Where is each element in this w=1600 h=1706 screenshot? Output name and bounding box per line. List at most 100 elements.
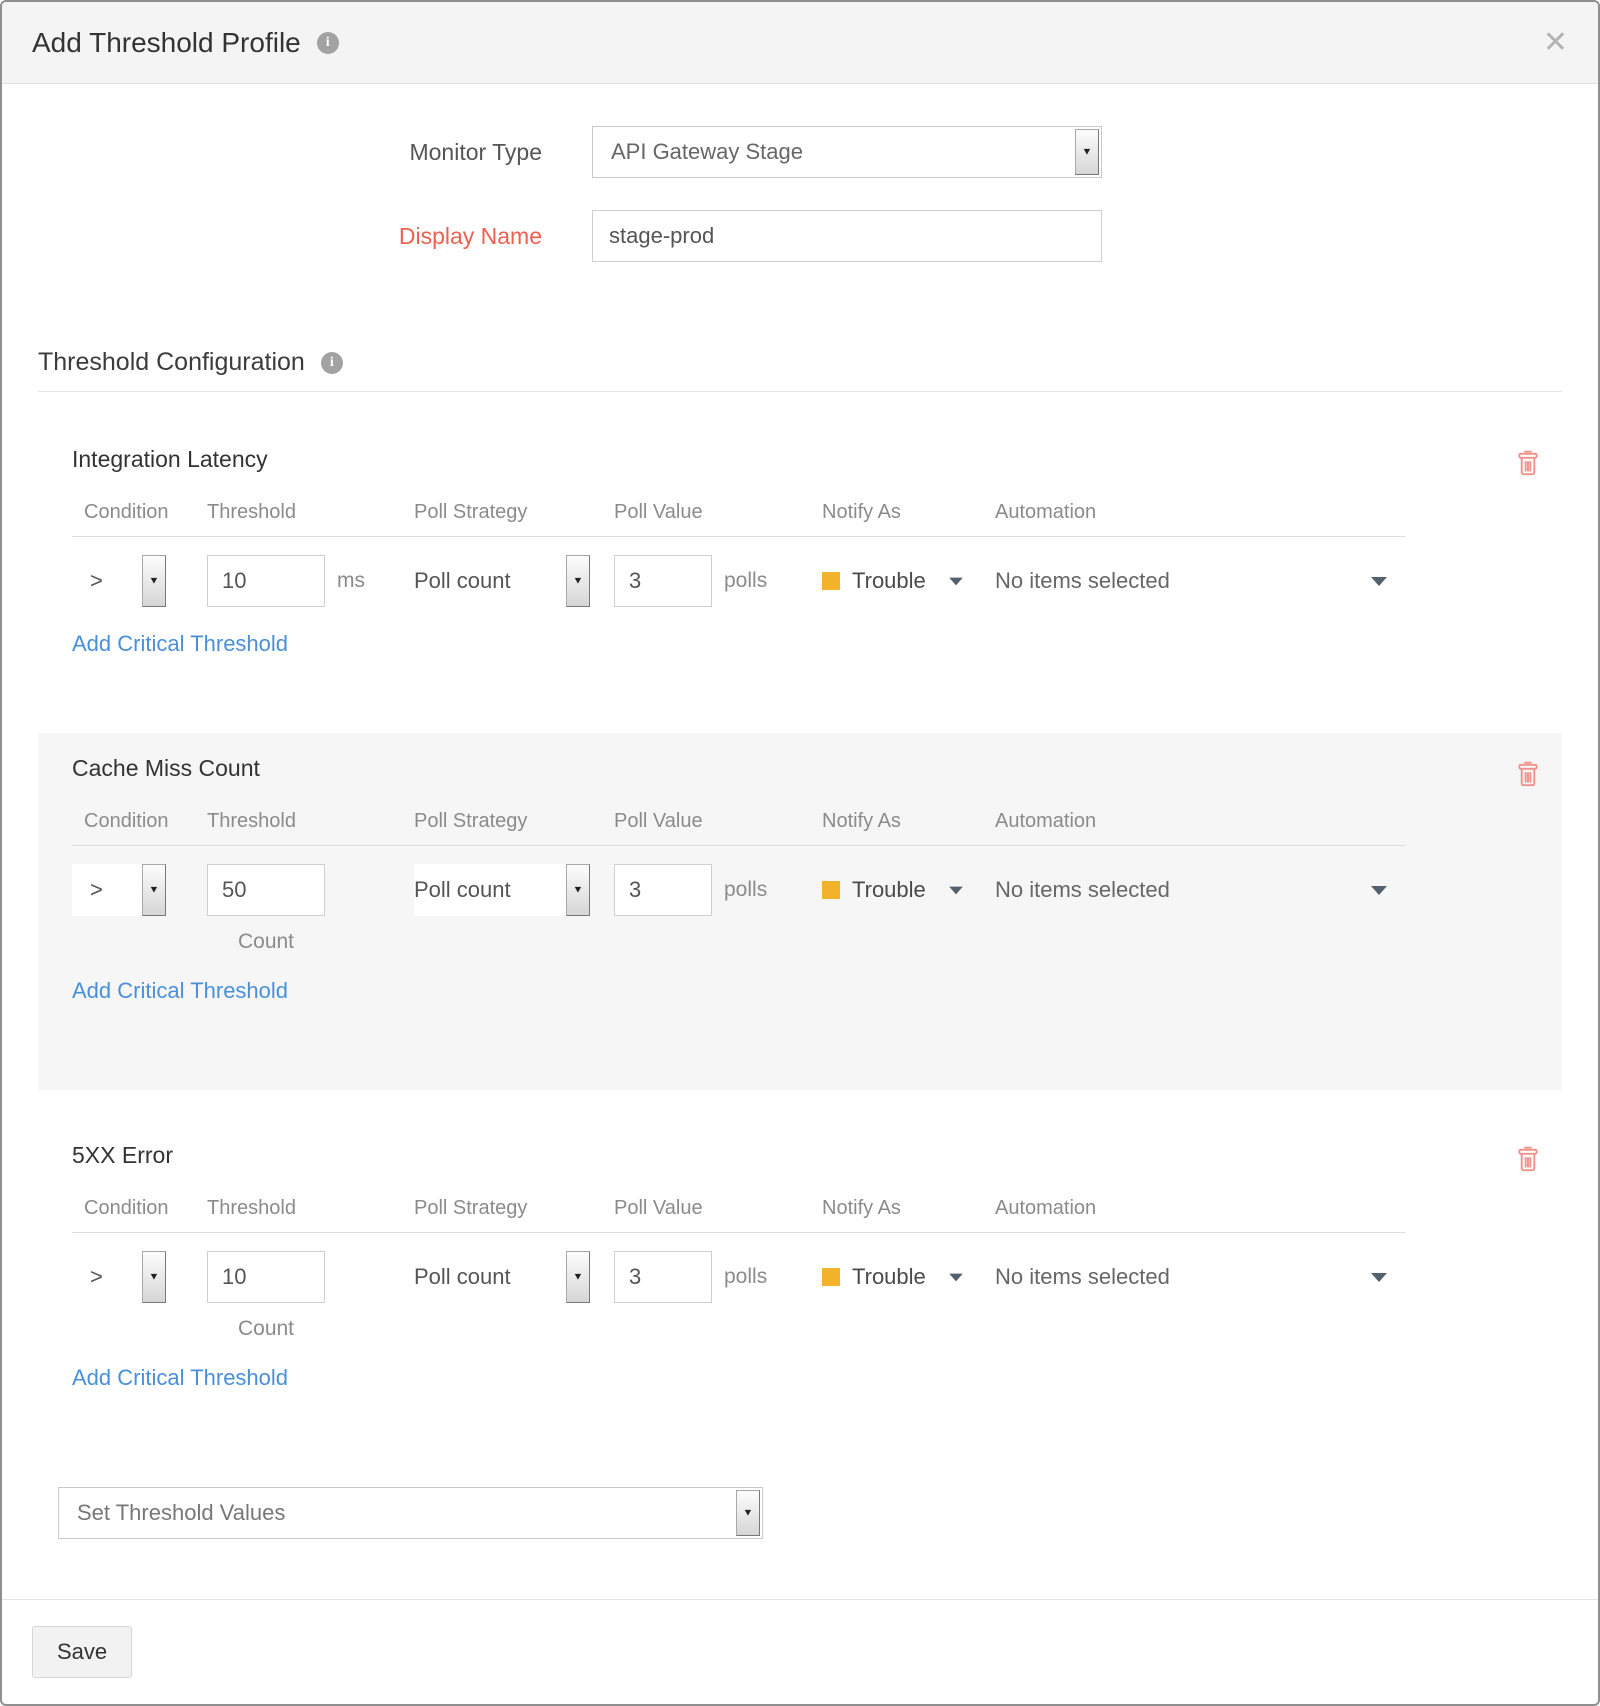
threshold-block-title: 5XX Error <box>72 1142 1562 1169</box>
column-header-poll-strategy: Poll Strategy <box>414 1197 614 1220</box>
close-icon[interactable]: ✕ <box>1543 28 1568 58</box>
column-header-notify-as: Notify As <box>822 501 995 524</box>
column-header-threshold: Threshold <box>207 810 414 833</box>
automation-select[interactable]: No items selected <box>995 1251 1405 1303</box>
column-header-condition: Condition <box>72 1197 207 1220</box>
threshold-input[interactable] <box>207 864 325 916</box>
save-button[interactable]: Save <box>32 1626 132 1678</box>
threshold-configuration-heading: Threshold Configuration i <box>38 348 1562 377</box>
chevron-down-icon: ▼ <box>566 555 590 607</box>
chevron-down-icon <box>1371 1273 1387 1282</box>
monitor-type-row: Monitor Type API Gateway Stage ▼ <box>38 126 1562 178</box>
trouble-color-swatch <box>822 1268 840 1286</box>
chevron-down-icon <box>1371 886 1387 895</box>
notify-as-value: Trouble <box>852 1264 926 1290</box>
poll-strategy-select[interactable]: Poll count ▼ <box>414 555 590 607</box>
condition-select[interactable]: > ▼ <box>72 864 166 916</box>
automation-select[interactable]: No items selected <box>995 555 1405 607</box>
section-divider <box>38 391 1562 392</box>
poll-value-unit: polls <box>724 569 767 593</box>
column-header-notify-as: Notify As <box>822 810 995 833</box>
poll-value-unit: polls <box>724 878 767 902</box>
display-name-row: Display Name <box>38 210 1562 262</box>
monitor-type-value: API Gateway Stage <box>611 139 803 165</box>
trouble-color-swatch <box>822 572 840 590</box>
threshold-unit: Count <box>207 1317 325 1341</box>
threshold-table-header: Condition Threshold Poll Strategy Poll V… <box>72 501 1405 537</box>
poll-strategy-select[interactable]: Poll count ▼ <box>414 1251 590 1303</box>
chevron-down-icon[interactable] <box>949 577 963 585</box>
threshold-input[interactable] <box>207 1251 325 1303</box>
delete-threshold-button[interactable] <box>1514 446 1542 480</box>
column-header-condition: Condition <box>72 501 207 524</box>
column-header-condition: Condition <box>72 810 207 833</box>
threshold-row: > ▼ ms Poll count ▼ <box>72 555 1562 607</box>
monitor-type-label: Monitor Type <box>38 139 592 166</box>
threshold-unit: Count <box>207 930 325 954</box>
automation-value: No items selected <box>995 568 1170 594</box>
column-header-poll-value: Poll Value <box>614 810 822 833</box>
automation-value: No items selected <box>995 877 1170 903</box>
poll-value-input[interactable] <box>614 864 712 916</box>
set-threshold-values-select[interactable]: Set Threshold Values ▼ <box>58 1487 763 1539</box>
page-title: Add Threshold Profile <box>32 27 301 59</box>
chevron-down-icon: ▼ <box>1075 129 1099 175</box>
poll-strategy-select[interactable]: Poll count ▼ <box>414 864 590 916</box>
trash-icon <box>1514 757 1542 788</box>
add-threshold-profile-modal: Add Threshold Profile i ✕ Monitor Type A… <box>0 0 1600 1706</box>
monitor-type-select[interactable]: API Gateway Stage ▼ <box>592 126 1102 178</box>
column-header-poll-value: Poll Value <box>614 501 822 524</box>
modal-header: Add Threshold Profile i ✕ <box>2 2 1598 84</box>
column-header-poll-value: Poll Value <box>614 1197 822 1220</box>
column-header-automation: Automation <box>995 1197 1405 1220</box>
threshold-row: > ▼ Count Poll count ▼ <box>72 864 1528 954</box>
chevron-down-icon: ▼ <box>142 555 166 607</box>
chevron-down-icon[interactable] <box>949 1273 963 1281</box>
chevron-down-icon: ▼ <box>142 1251 166 1303</box>
column-header-poll-strategy: Poll Strategy <box>414 810 614 833</box>
poll-value-unit: polls <box>724 1265 767 1289</box>
threshold-block-title: Integration Latency <box>72 446 1562 473</box>
threshold-block-integration-latency: Integration Latency Condition Threshold … <box>38 446 1562 657</box>
info-icon[interactable]: i <box>317 32 339 54</box>
condition-select[interactable]: > ▼ <box>72 1251 166 1303</box>
display-name-input[interactable] <box>592 210 1102 262</box>
threshold-table-header: Condition Threshold Poll Strategy Poll V… <box>72 1197 1405 1233</box>
poll-value-input[interactable] <box>614 555 712 607</box>
chevron-down-icon: ▼ <box>142 864 166 916</box>
automation-select[interactable]: No items selected <box>995 864 1405 916</box>
automation-value: No items selected <box>995 1264 1170 1290</box>
modal-body: Monitor Type API Gateway Stage ▼ Display… <box>2 84 1598 1599</box>
threshold-table-header: Condition Threshold Poll Strategy Poll V… <box>72 810 1405 846</box>
column-header-threshold: Threshold <box>207 1197 414 1220</box>
notify-as-value: Trouble <box>852 568 926 594</box>
threshold-unit: ms <box>337 569 365 593</box>
chevron-down-icon: ▼ <box>736 1490 760 1536</box>
chevron-down-icon <box>1371 577 1387 586</box>
column-header-poll-strategy: Poll Strategy <box>414 501 614 524</box>
trash-icon <box>1514 446 1542 477</box>
add-critical-threshold-link[interactable]: Add Critical Threshold <box>72 631 288 657</box>
chevron-down-icon: ▼ <box>566 1251 590 1303</box>
display-name-label: Display Name <box>38 223 592 250</box>
column-header-automation: Automation <box>995 810 1405 833</box>
chevron-down-icon: ▼ <box>566 864 590 916</box>
info-icon[interactable]: i <box>321 352 343 374</box>
column-header-notify-as: Notify As <box>822 1197 995 1220</box>
section-title: Threshold Configuration <box>38 348 305 377</box>
condition-select[interactable]: > ▼ <box>72 555 166 607</box>
column-header-automation: Automation <box>995 501 1405 524</box>
modal-footer: Save <box>2 1599 1598 1704</box>
trash-icon <box>1514 1142 1542 1173</box>
threshold-row: > ▼ Count Poll count ▼ <box>72 1251 1562 1341</box>
poll-value-input[interactable] <box>614 1251 712 1303</box>
chevron-down-icon[interactable] <box>949 886 963 894</box>
add-critical-threshold-link[interactable]: Add Critical Threshold <box>72 1365 288 1391</box>
delete-threshold-button[interactable] <box>1514 1142 1542 1176</box>
delete-threshold-button[interactable] <box>1514 757 1542 791</box>
add-critical-threshold-link[interactable]: Add Critical Threshold <box>72 978 288 1004</box>
trouble-color-swatch <box>822 881 840 899</box>
threshold-input[interactable] <box>207 555 325 607</box>
threshold-block-title: Cache Miss Count <box>72 755 1528 782</box>
threshold-block-cache-miss-count: Cache Miss Count Condition Threshold Pol… <box>38 733 1562 1090</box>
